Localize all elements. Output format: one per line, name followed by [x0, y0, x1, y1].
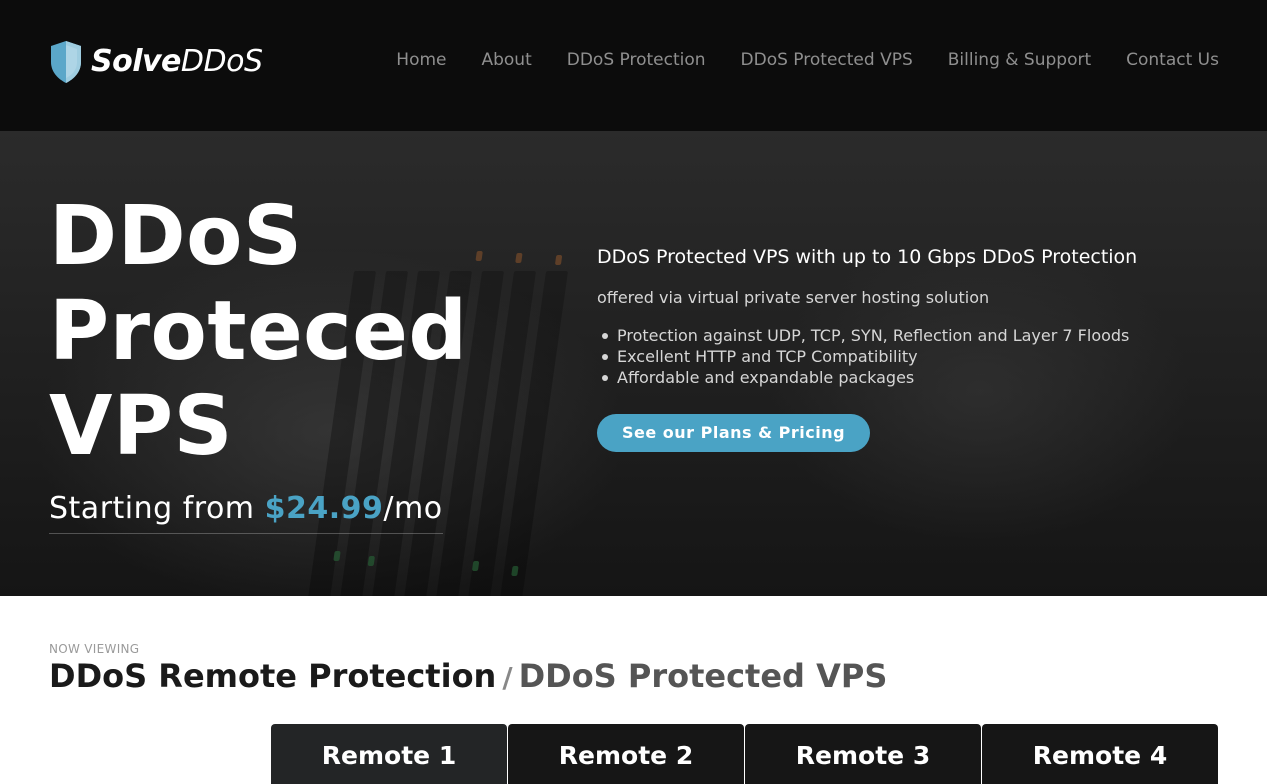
feature-item: Protection against UDP, TCP, SYN, Reflec…: [597, 325, 1237, 346]
nav-home[interactable]: Home: [396, 48, 446, 72]
feature-item: Excellent HTTP and TCP Compatibility: [597, 346, 1237, 367]
plan-tab-remote-3[interactable]: Remote 3: [745, 724, 981, 784]
plan-tab-remote-4[interactable]: Remote 4: [982, 724, 1218, 784]
logo-text: SolveDDoS: [91, 44, 263, 79]
nav-about[interactable]: About: [481, 48, 531, 72]
hero-title: DDoS Proteced VPS: [49, 189, 569, 474]
site-header: SolveDDoS Home About DDoS Protection DDo…: [0, 0, 1267, 131]
hero-details: DDoS Protected VPS with up to 10 Gbps DD…: [597, 244, 1237, 452]
main-nav: Home About DDoS Protection DDoS Protecte…: [361, 48, 1219, 72]
price-prefix: Starting from: [49, 491, 265, 526]
now-viewing-label: NOW VIEWING: [49, 642, 140, 656]
nav-ddos-protected-vps[interactable]: DDoS Protected VPS: [741, 48, 913, 72]
feature-list: Protection against UDP, TCP, SYN, Reflec…: [597, 325, 1237, 388]
plan-tab-remote-2[interactable]: Remote 2: [508, 724, 744, 784]
hero-description: offered via virtual private server hosti…: [597, 288, 990, 307]
hero-title-line1: DDoS: [49, 189, 303, 284]
feature-item: Affordable and expandable packages: [597, 367, 1237, 388]
site-logo[interactable]: SolveDDoS: [49, 40, 263, 84]
plan-tabs: Remote 1 Remote 2 Remote 3 Remote 4: [271, 724, 1219, 784]
starting-price: Starting from $24.99/mo: [49, 489, 443, 534]
price-amount: $24.99: [264, 491, 384, 526]
page-title: DDoS Remote Protection / DDoS Protected VP…: [49, 656, 887, 698]
nav-contact-us[interactable]: Contact Us: [1126, 48, 1219, 72]
nav-ddos-protection[interactable]: DDoS Protection: [567, 48, 706, 72]
page-title-main: DDoS Remote Protection: [49, 657, 497, 695]
plan-tab-remote-1[interactable]: Remote 1: [271, 724, 507, 784]
plans-pricing-button[interactable]: See our Plans & Pricing: [597, 414, 871, 452]
hero-banner: DDoS Proteced VPS Starting from $24.99/m…: [0, 131, 1267, 596]
hero-title-line2: Proteced: [49, 284, 468, 379]
shield-icon: [49, 40, 83, 84]
hero-title-line3: VPS: [49, 379, 234, 474]
hero-subtitle: DDoS Protected VPS with up to 10 Gbps DD…: [597, 246, 1138, 268]
nav-billing-support[interactable]: Billing & Support: [948, 48, 1091, 72]
title-separator: /: [502, 661, 513, 694]
price-suffix: /mo: [383, 491, 443, 526]
page-title-sub: DDoS Protected VPS: [518, 657, 888, 695]
